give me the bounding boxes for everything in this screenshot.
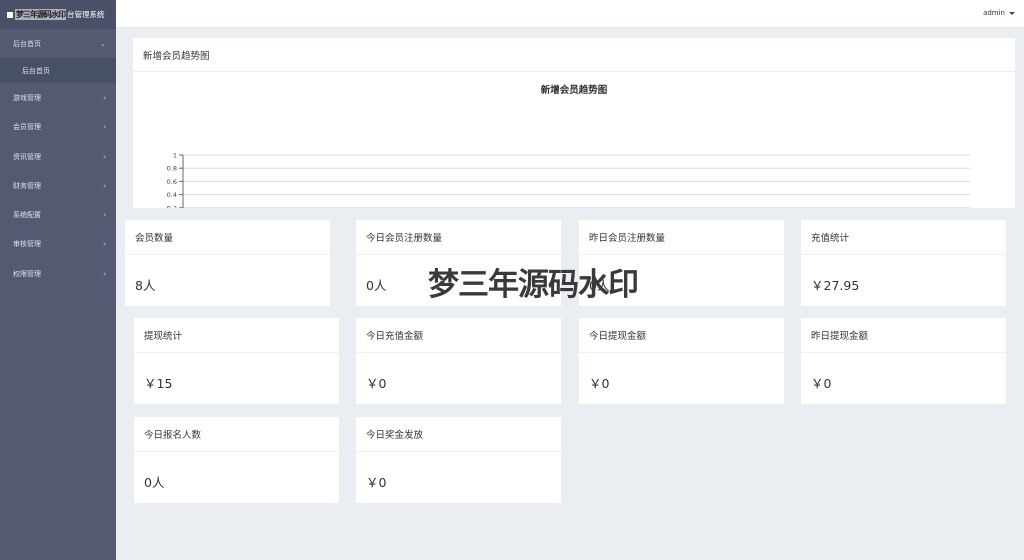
stat-value: ￥0 — [589, 376, 610, 391]
brand-watermark: 梦三年源码水印 — [15, 9, 66, 20]
y-tick-label: 0.2 — [167, 204, 177, 208]
stat-value: ￥0 — [366, 376, 387, 391]
stat-card-withdraw-total: 提现统计 ￥15 — [134, 318, 339, 404]
brand-logo[interactable]: 梦三年源码水印 台管理系统 — [0, 0, 116, 29]
sidebar-item-permissions[interactable]: 权限管理 › — [0, 259, 116, 288]
stat-value: ￥0 — [811, 376, 832, 391]
user-menu[interactable]: admin — [983, 9, 1015, 17]
stat-title: 会员数量 — [125, 220, 330, 255]
stat-title: 今日会员注册数量 — [356, 220, 561, 255]
panel-title: 新增会员趋势图 — [133, 38, 1015, 72]
stat-title: 充值统计 — [801, 220, 1006, 255]
stat-title: 昨日提现金额 — [801, 318, 1006, 353]
caret-down-icon — [1009, 11, 1015, 15]
sidebar-item-members[interactable]: 会员管理 › — [0, 113, 116, 142]
chevron-right-icon: › — [103, 181, 106, 190]
watermark-overlay: 梦三年源码水印 — [428, 267, 639, 303]
stat-card-member-count: 会员数量 8人 — [125, 220, 330, 306]
y-tick-label: 0.4 — [167, 191, 177, 199]
sidebar-item-label: 资讯管理 — [13, 152, 41, 161]
y-tick-label: 0.8 — [167, 165, 177, 173]
stat-title: 提现统计 — [134, 318, 339, 353]
stat-title: 今日奖金发放 — [356, 417, 561, 452]
sidebar-item-label: 游戏管理 — [13, 93, 41, 102]
sidebar-item-label: 财务管理 — [13, 181, 41, 190]
stat-title: 今日充值金额 — [356, 318, 561, 353]
sidebar-item-review[interactable]: 审核管理 › — [0, 230, 116, 259]
stat-title: 昨日会员注册数量 — [579, 220, 784, 255]
username: admin — [983, 9, 1005, 17]
logo-square-icon — [7, 11, 13, 18]
top-header: admin — [116, 0, 1024, 28]
sidebar-item-label: 审核管理 — [13, 240, 41, 249]
stat-card-yesterday-withdraw: 昨日提现金额 ￥0 — [801, 318, 1006, 404]
stat-card-recharge-total: 充值统计 ￥27.95 — [801, 220, 1006, 306]
sidebar-item-finance[interactable]: 财务管理 › — [0, 171, 116, 200]
sidebar-item-label: 会员管理 — [13, 123, 41, 132]
sidebar-item-games[interactable]: 游戏管理 › — [0, 83, 116, 112]
sidebar-subitem-home[interactable]: 后台首页 — [0, 58, 116, 84]
chevron-down-icon: ⌄ — [100, 39, 106, 48]
stat-title: 今日提现金额 — [579, 318, 784, 353]
member-trend-chart: 新增会员趋势图 00.20.40.60.81昨天今天明天 — [167, 84, 970, 208]
brand-title: 台管理系统 — [67, 10, 105, 19]
y-tick-label: 0.6 — [167, 178, 177, 186]
chevron-right-icon: › — [103, 211, 106, 220]
chevron-right-icon: › — [103, 152, 106, 161]
sidebar-item-label: 权限管理 — [13, 269, 41, 278]
stat-value: ￥15 — [144, 376, 173, 391]
stat-value: ￥27.95 — [811, 278, 860, 293]
stat-card-today-withdraw: 今日提现金额 ￥0 — [579, 318, 784, 404]
stat-value: 8人 — [135, 278, 156, 293]
chevron-right-icon: › — [103, 269, 106, 278]
chevron-right-icon: › — [103, 93, 106, 102]
sidebar-item-home[interactable]: 后台首页 ⌄ — [0, 29, 116, 58]
sidebar: 梦三年源码水印 台管理系统 后台首页 ⌄ 后台首页 游戏管理 › 会员管理 › … — [0, 0, 116, 560]
stat-card-today-recharge: 今日充值金额 ￥0 — [356, 318, 561, 404]
sidebar-subitem-label: 后台首页 — [22, 66, 50, 75]
chevron-right-icon: › — [103, 240, 106, 249]
stat-title: 今日报名人数 — [134, 417, 339, 452]
stat-card-today-signups: 今日报名人数 0人 — [134, 417, 339, 503]
stat-card-today-bonus: 今日奖金发放 ￥0 — [356, 417, 561, 503]
sidebar-item-label: 系统配置 — [13, 211, 41, 220]
chart-title: 新增会员趋势图 — [541, 84, 608, 96]
sidebar-item-label: 后台首页 — [13, 39, 41, 48]
y-tick-label: 1 — [173, 152, 177, 160]
chevron-right-icon: › — [103, 123, 106, 132]
sidebar-item-settings[interactable]: 系统配置 › — [0, 200, 116, 229]
sidebar-item-news[interactable]: 资讯管理 › — [0, 142, 116, 171]
stat-value: 0人 — [366, 278, 387, 293]
stat-value: ￥0 — [366, 475, 387, 490]
stat-value: 0人 — [144, 475, 165, 490]
member-trend-panel: 新增会员趋势图 新增会员趋势图 00.20.40.60.81昨天今天明天 — [133, 38, 1015, 208]
